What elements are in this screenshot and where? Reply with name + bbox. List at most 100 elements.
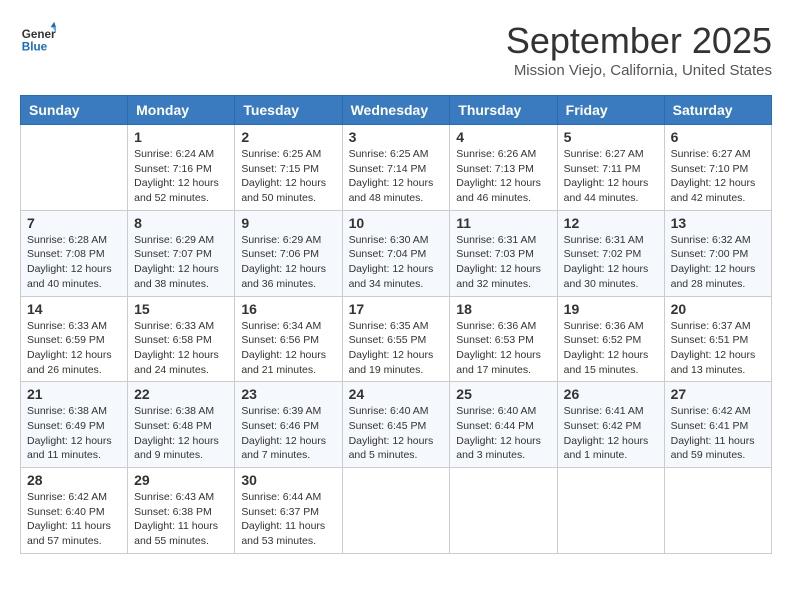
day-number: 4 [456, 129, 550, 145]
day-info: Sunrise: 6:44 AM Sunset: 6:37 PM Dayligh… [241, 490, 335, 549]
day-number: 27 [671, 386, 765, 402]
week-row-2: 7Sunrise: 6:28 AM Sunset: 7:08 PM Daylig… [21, 210, 772, 296]
calendar-cell: 7Sunrise: 6:28 AM Sunset: 7:08 PM Daylig… [21, 210, 128, 296]
weekday-header-saturday: Saturday [664, 96, 771, 125]
calendar-cell: 18 Sunrise: 6:36 AM Sunset: 6:53 PM Dayli… [450, 296, 557, 382]
day-number: 21 [27, 386, 121, 402]
week-row-5: 28 Sunrise: 6:42 AM Sunset: 6:40 PM Dayli… [21, 468, 772, 554]
day-number: 16 [241, 301, 335, 317]
calendar-cell: 6 Sunrise: 6:27 AM Sunset: 7:10 PM Daylig… [664, 125, 771, 211]
day-number: 26 [564, 386, 658, 402]
calendar-cell: 3Sunrise: 6:25 AM Sunset: 7:14 PM Daylig… [342, 125, 450, 211]
calendar-cell: 15 Sunrise: 6:33 AM Sunset: 6:58 PM Dayli… [128, 296, 235, 382]
calendar-table: SundayMondayTuesdayWednesdayThursdayFrid… [20, 95, 772, 554]
calendar-cell: 9Sunrise: 6:29 AM Sunset: 7:06 PM Daylig… [235, 210, 342, 296]
day-info: Sunrise: 6:38 AM Sunset: 6:48 PM Dayligh… [134, 404, 228, 463]
calendar-cell: 1 Sunrise: 6:24 AM Sunset: 7:16 PM Daylig… [128, 125, 235, 211]
logo-icon: General Blue [20, 20, 56, 56]
week-row-1: 1 Sunrise: 6:24 AM Sunset: 7:16 PM Daylig… [21, 125, 772, 211]
week-row-4: 21 Sunrise: 6:38 AM Sunset: 6:49 PM Dayli… [21, 382, 772, 468]
day-info: Sunrise: 6:42 AM Sunset: 6:41 PM Dayligh… [671, 404, 765, 463]
day-number: 29 [134, 472, 228, 488]
day-info: Sunrise: 6:29 AM Sunset: 7:07 PM Dayligh… [134, 233, 228, 292]
day-number: 28 [27, 472, 121, 488]
weekday-header-thursday: Thursday [450, 96, 557, 125]
day-info: Sunrise: 6:40 AM Sunset: 6:44 PM Dayligh… [456, 404, 550, 463]
day-info: Sunrise: 6:25 AM Sunset: 7:15 PM Dayligh… [241, 147, 335, 206]
calendar-cell: 28 Sunrise: 6:42 AM Sunset: 6:40 PM Dayli… [21, 468, 128, 554]
day-info: Sunrise: 6:31 AM Sunset: 7:03 PM Dayligh… [456, 233, 550, 292]
calendar-cell: 14 Sunrise: 6:33 AM Sunset: 6:59 PM Dayli… [21, 296, 128, 382]
day-number: 19 [564, 301, 658, 317]
day-number: 13 [671, 215, 765, 231]
calendar-cell [450, 468, 557, 554]
calendar-cell: 30 Sunrise: 6:44 AM Sunset: 6:37 PM Dayli… [235, 468, 342, 554]
day-info: Sunrise: 6:28 AM Sunset: 7:08 PM Dayligh… [27, 233, 121, 292]
svg-text:General: General [22, 28, 56, 41]
calendar-cell: 2 Sunrise: 6:25 AM Sunset: 7:15 PM Daylig… [235, 125, 342, 211]
weekday-header-wednesday: Wednesday [342, 96, 450, 125]
calendar-cell: 13 Sunrise: 6:32 AM Sunset: 7:00 PM Dayli… [664, 210, 771, 296]
day-info: Sunrise: 6:27 AM Sunset: 7:10 PM Dayligh… [671, 147, 765, 206]
day-number: 8 [134, 215, 228, 231]
day-number: 14 [27, 301, 121, 317]
title-area: September 2025 Mission Viejo, California… [506, 20, 772, 79]
calendar-cell: 11 Sunrise: 6:31 AM Sunset: 7:03 PM Dayli… [450, 210, 557, 296]
day-number: 12 [564, 215, 658, 231]
svg-text:Blue: Blue [22, 41, 48, 54]
day-info: Sunrise: 6:31 AM Sunset: 7:02 PM Dayligh… [564, 233, 658, 292]
calendar-cell: 16Sunrise: 6:34 AM Sunset: 6:56 PM Dayli… [235, 296, 342, 382]
day-number: 23 [241, 386, 335, 402]
calendar-cell: 17 Sunrise: 6:35 AM Sunset: 6:55 PM Dayli… [342, 296, 450, 382]
day-info: Sunrise: 6:29 AM Sunset: 7:06 PM Dayligh… [241, 233, 335, 292]
day-number: 30 [241, 472, 335, 488]
logo: General Blue [20, 20, 60, 56]
calendar-cell: 26Sunrise: 6:41 AM Sunset: 6:42 PM Dayli… [557, 382, 664, 468]
day-info: Sunrise: 6:33 AM Sunset: 6:58 PM Dayligh… [134, 319, 228, 378]
calendar-cell [557, 468, 664, 554]
day-info: Sunrise: 6:42 AM Sunset: 6:40 PM Dayligh… [27, 490, 121, 549]
day-info: Sunrise: 6:27 AM Sunset: 7:11 PM Dayligh… [564, 147, 658, 206]
calendar-cell: 27 Sunrise: 6:42 AM Sunset: 6:41 PM Dayli… [664, 382, 771, 468]
day-info: Sunrise: 6:25 AM Sunset: 7:14 PM Dayligh… [349, 147, 444, 206]
day-info: Sunrise: 6:24 AM Sunset: 7:16 PM Dayligh… [134, 147, 228, 206]
day-info: Sunrise: 6:37 AM Sunset: 6:51 PM Dayligh… [671, 319, 765, 378]
weekday-header-sunday: Sunday [21, 96, 128, 125]
calendar-cell: 24 Sunrise: 6:40 AM Sunset: 6:45 PM Dayli… [342, 382, 450, 468]
day-number: 11 [456, 215, 550, 231]
calendar-cell: 20 Sunrise: 6:37 AM Sunset: 6:51 PM Dayli… [664, 296, 771, 382]
day-number: 24 [349, 386, 444, 402]
day-number: 15 [134, 301, 228, 317]
day-number: 18 [456, 301, 550, 317]
day-info: Sunrise: 6:30 AM Sunset: 7:04 PM Dayligh… [349, 233, 444, 292]
day-info: Sunrise: 6:32 AM Sunset: 7:00 PM Dayligh… [671, 233, 765, 292]
weekday-header-row: SundayMondayTuesdayWednesdayThursdayFrid… [21, 96, 772, 125]
weekday-header-tuesday: Tuesday [235, 96, 342, 125]
calendar-cell: 25 Sunrise: 6:40 AM Sunset: 6:44 PM Dayli… [450, 382, 557, 468]
day-number: 6 [671, 129, 765, 145]
day-info: Sunrise: 6:39 AM Sunset: 6:46 PM Dayligh… [241, 404, 335, 463]
day-info: Sunrise: 6:36 AM Sunset: 6:52 PM Dayligh… [564, 319, 658, 378]
day-number: 5 [564, 129, 658, 145]
day-number: 17 [349, 301, 444, 317]
calendar-cell: 4 Sunrise: 6:26 AM Sunset: 7:13 PM Daylig… [450, 125, 557, 211]
day-info: Sunrise: 6:38 AM Sunset: 6:49 PM Dayligh… [27, 404, 121, 463]
calendar-cell: 12 Sunrise: 6:31 AM Sunset: 7:02 PM Dayli… [557, 210, 664, 296]
day-info: Sunrise: 6:35 AM Sunset: 6:55 PM Dayligh… [349, 319, 444, 378]
day-number: 1 [134, 129, 228, 145]
day-info: Sunrise: 6:36 AM Sunset: 6:53 PM Dayligh… [456, 319, 550, 378]
day-number: 2 [241, 129, 335, 145]
week-row-3: 14 Sunrise: 6:33 AM Sunset: 6:59 PM Dayli… [21, 296, 772, 382]
calendar-cell: 22 Sunrise: 6:38 AM Sunset: 6:48 PM Dayli… [128, 382, 235, 468]
calendar-cell: 29Sunrise: 6:43 AM Sunset: 6:38 PM Dayli… [128, 468, 235, 554]
weekday-header-friday: Friday [557, 96, 664, 125]
day-info: Sunrise: 6:26 AM Sunset: 7:13 PM Dayligh… [456, 147, 550, 206]
day-number: 25 [456, 386, 550, 402]
day-info: Sunrise: 6:40 AM Sunset: 6:45 PM Dayligh… [349, 404, 444, 463]
day-number: 10 [349, 215, 444, 231]
day-number: 20 [671, 301, 765, 317]
calendar-cell: 21 Sunrise: 6:38 AM Sunset: 6:49 PM Dayli… [21, 382, 128, 468]
day-number: 22 [134, 386, 228, 402]
day-info: Sunrise: 6:33 AM Sunset: 6:59 PM Dayligh… [27, 319, 121, 378]
calendar-cell: 5 Sunrise: 6:27 AM Sunset: 7:11 PM Daylig… [557, 125, 664, 211]
